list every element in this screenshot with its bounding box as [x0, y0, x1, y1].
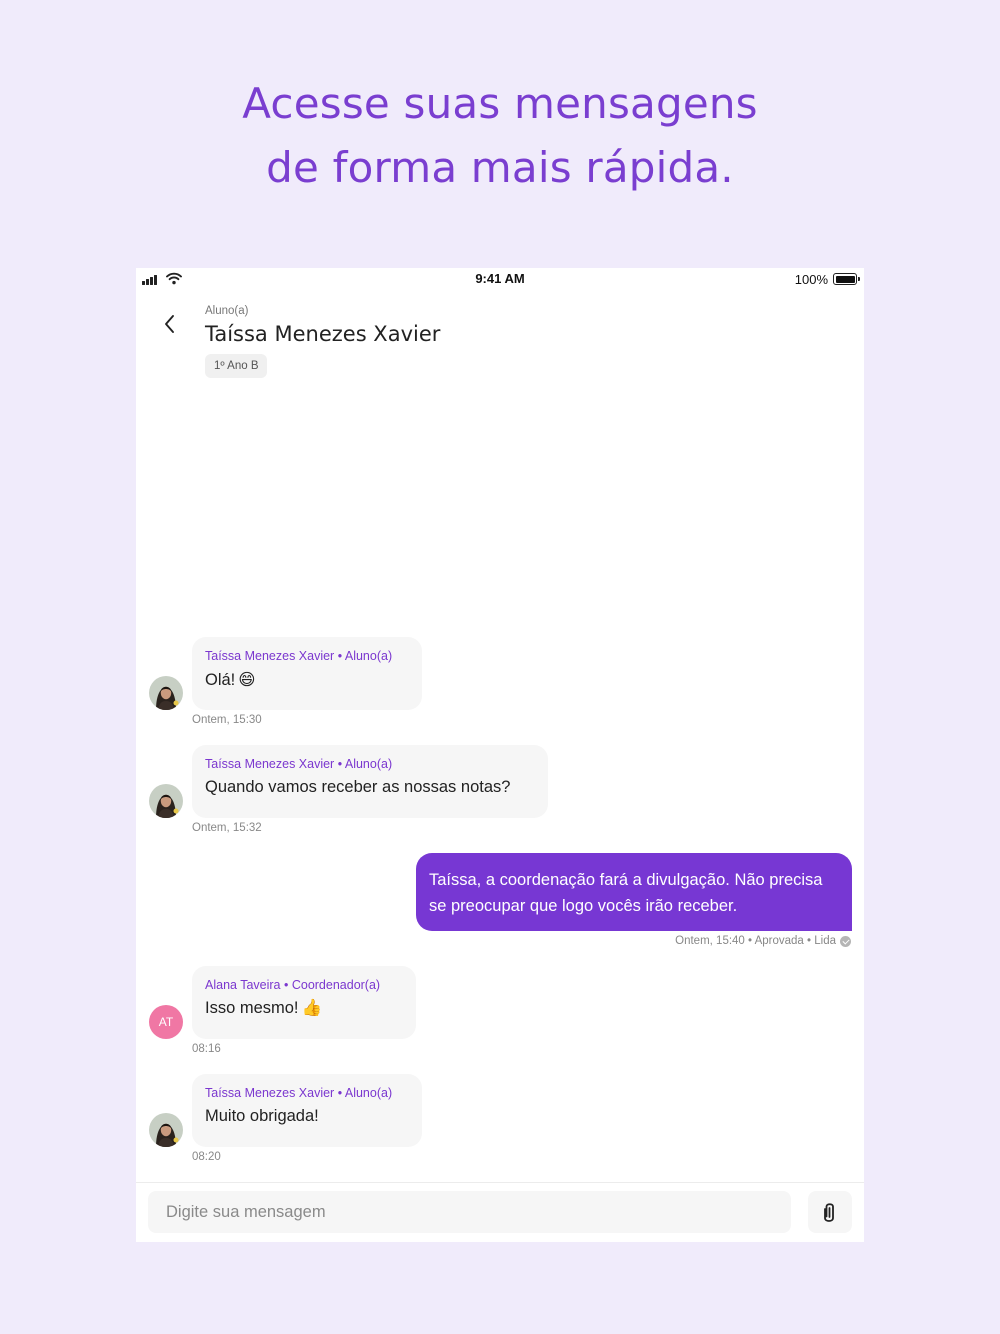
status-time: 9:41 AM	[475, 271, 525, 286]
avatar	[149, 1113, 183, 1147]
outgoing-message-bubble[interactable]: Taíssa, a coordenação fará a divulgação.…	[416, 853, 852, 931]
promo-headline: Acesse suas mensagens de forma mais rápi…	[0, 72, 1000, 200]
user-photo-icon	[149, 784, 183, 818]
message-text: Quando vamos receber as nossas notas?	[205, 778, 511, 796]
message-input[interactable]	[148, 1191, 791, 1233]
message-timestamp: Ontem, 15:30	[192, 714, 262, 726]
user-photo-icon	[149, 676, 183, 710]
message-text-content: Olá!	[205, 671, 236, 689]
attach-button[interactable]	[808, 1191, 852, 1233]
message-timestamp: Ontem, 15:32	[192, 822, 262, 834]
message-text: Muito obrigada!	[205, 1107, 319, 1125]
battery-icon	[833, 273, 860, 285]
message-status-text: Ontem, 15:40 • Aprovada • Lida	[675, 935, 836, 947]
contact-role: Aluno(a)	[205, 305, 249, 317]
avatar	[149, 676, 183, 710]
message-sender: Alana Taveira • Coordenador(a)	[205, 978, 381, 992]
message-bubble[interactable]: Alana Taveira • Coordenador(a) Isso mesm…	[192, 966, 416, 1039]
message-bubble[interactable]: Taíssa Menezes Xavier • Aluno(a) Muito o…	[192, 1074, 422, 1147]
message-text-line1: Taíssa, a coordenação fará a divulgação.…	[429, 871, 823, 889]
status-bar: 9:41 AM 100%	[136, 268, 864, 292]
message-text-line2: se preocupar que logo vocês irão receber…	[429, 897, 738, 915]
avatar	[149, 784, 183, 818]
user-photo-icon	[149, 1113, 183, 1147]
promo-headline-line2: de forma mais rápida.	[266, 143, 734, 192]
paperclip-icon	[824, 1203, 834, 1222]
message-bubble[interactable]: Taíssa Menezes Xavier • Aluno(a) Olá! 😄	[192, 637, 422, 710]
message-timestamp: 08:20	[192, 1151, 221, 1163]
message-sender: Taíssa Menezes Xavier • Aluno(a)	[205, 1086, 393, 1100]
tablet-screen: 9:41 AM 100% Aluno(a) Taíssa Menezes Xav…	[136, 268, 864, 1242]
message-timestamp: 08:16	[192, 1043, 221, 1055]
avatar: AT	[149, 1005, 183, 1039]
check-circle-icon	[840, 935, 851, 947]
message-sender: Taíssa Menezes Xavier • Aluno(a)	[205, 757, 393, 771]
message-text: Olá! 😄	[205, 670, 409, 690]
message-text: Isso mesmo! 👍	[205, 999, 403, 1018]
message-bubble[interactable]: Taíssa Menezes Xavier • Aluno(a) Quando …	[192, 745, 548, 818]
class-badge: 1º Ano B	[205, 354, 268, 378]
battery-percentage: 100%	[794, 272, 828, 287]
chevron-left-icon	[165, 315, 174, 333]
message-text-content: Isso mesmo!	[205, 999, 299, 1017]
grinning-face-emoji-icon: 😄	[238, 671, 256, 689]
message-status: Ontem, 15:40 • Aprovada • Lida	[675, 935, 851, 947]
contact-name: Taíssa Menezes Xavier	[205, 322, 441, 346]
composer-divider	[136, 1182, 864, 1183]
message-sender: Taíssa Menezes Xavier • Aluno(a)	[205, 649, 393, 663]
back-button[interactable]	[158, 312, 182, 336]
thumbs-up-emoji-icon: 👍	[301, 999, 323, 1017]
promo-headline-line1: Acesse suas mensagens	[242, 79, 758, 128]
